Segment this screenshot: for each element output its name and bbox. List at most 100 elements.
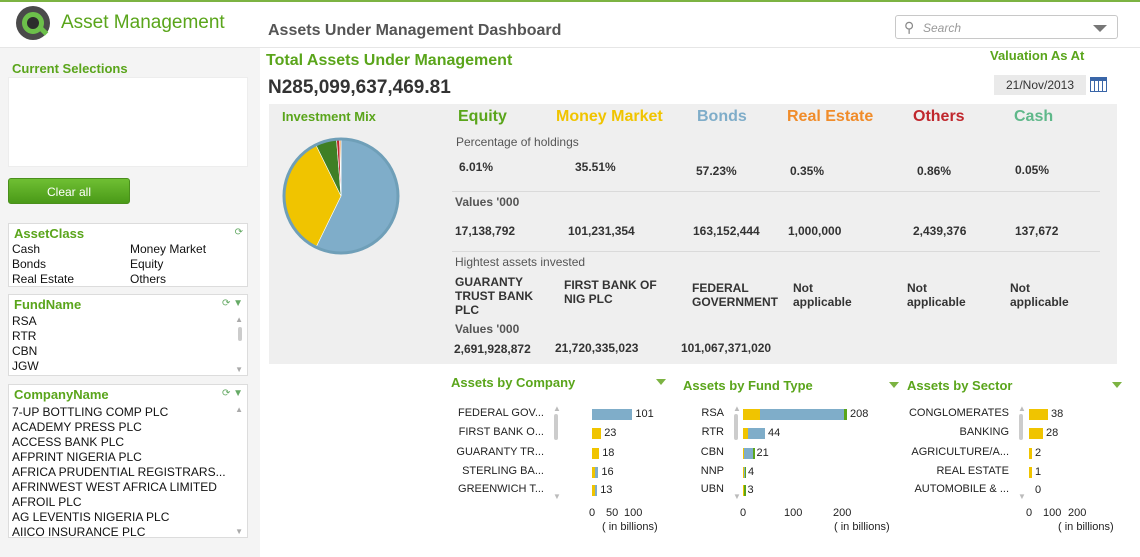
scroll-down-icon[interactable]: ▼ [235,365,243,374]
scroll-up-icon[interactable]: ▲ [553,404,561,413]
listbox-item[interactable]: ACCESS BANK PLC [12,435,124,449]
scroll-up-icon[interactable]: ▲ [235,315,243,324]
valuation-date[interactable]: 21/Nov/2013 [994,75,1086,95]
listbox-item[interactable]: ACADEMY PRESS PLC [12,420,142,434]
highest-value-equity: 2,691,928,872 [454,342,531,356]
search-box[interactable]: ⚲ Search [895,15,1118,39]
assetclass-title: AssetClass [14,226,85,241]
scrollbar-thumb[interactable] [1019,414,1023,440]
calendar-icon[interactable] [1090,77,1107,92]
listbox-item[interactable]: Cash [12,242,40,256]
chevron-down-icon[interactable] [889,382,899,388]
listbox-item[interactable]: CBN [12,344,37,358]
bar[interactable] [1029,428,1043,439]
clear-all-button[interactable]: Clear all [8,178,130,204]
investment-mix-pie[interactable] [278,133,404,259]
search-dropdown-icon[interactable] [1093,25,1107,32]
scroll-down-icon[interactable]: ▼ [553,492,561,501]
scrollbar-thumb[interactable] [238,327,242,341]
bar-segment[interactable] [748,428,765,439]
value-equity: 17,138,792 [455,224,516,238]
chevron-down-icon[interactable] [656,379,666,385]
listbox-item[interactable]: 7-UP BOTTLING COMP PLC [12,405,168,419]
companyname-listbox[interactable]: CompanyName ⟳ ▼ 7-UP BOTTLING COMP PLC A… [8,384,248,539]
qlik-logo-icon [16,6,50,40]
bar-segment[interactable] [743,409,760,420]
listbox-item[interactable]: RSA [12,314,37,328]
listbox-item[interactable]: JGW [12,359,39,373]
fundname-title: FundName [14,297,82,312]
app-title: Asset Management [61,12,225,33]
pct-cash: 0.05% [1015,163,1050,177]
bar-segment[interactable] [592,467,595,478]
highest-values-label: Values '000 [455,322,520,336]
bar-segment[interactable] [744,467,746,478]
axis-unit-label: ( in billions) [602,521,658,533]
axis-tick-label: 0 [740,507,747,519]
listbox-item[interactable]: Real Estate [12,272,74,286]
pct-equity: 6.01% [459,160,494,174]
bar-value-label: 38 [1051,408,1064,420]
bar-segment[interactable] [753,448,755,459]
scrollbar-thumb[interactable] [734,414,738,440]
bar[interactable] [1029,409,1048,420]
category-cash: Cash [1014,108,1054,125]
scroll-up-icon[interactable]: ▲ [1018,404,1026,413]
scroll-down-icon[interactable]: ▼ [1018,492,1026,501]
total-assets-value: N285,099,637,469.81 [268,77,451,98]
category-real-estate: Real Estate [787,108,874,125]
category-money-market: Money Market [556,108,663,125]
listbox-item[interactable]: Others [130,272,166,286]
listbox-item[interactable]: AFROIL PLC [12,495,82,509]
assetclass-listbox[interactable]: AssetClass ⟳ Cash Money Market Bonds Equ… [8,223,248,287]
listbox-item[interactable]: Bonds [12,257,46,271]
bar[interactable] [1029,448,1032,459]
divider [452,191,1100,192]
bar-category-label: FIRST BANK O... [458,426,544,438]
listbox-item[interactable]: AFRICA PRUDENTIAL REGISTRARS... [12,465,226,479]
bar-category-label: CBN [700,446,724,458]
listbox-item[interactable]: AIICO INSURANCE PLC [12,525,145,539]
bar[interactable] [592,448,600,459]
bar[interactable] [1029,467,1032,478]
bar-segment[interactable] [760,409,844,420]
sheet-title: Assets Under Management Dashboard [268,22,562,39]
bar-category-label: GUARANTY TR... [456,446,544,458]
listbox-item[interactable]: Equity [130,257,163,271]
scrollbar-thumb[interactable] [554,414,558,440]
scroll-down-icon[interactable]: ▼ [235,527,243,536]
axis-tick-label: 200 [1068,507,1087,519]
scroll-up-icon[interactable]: ▲ [733,404,741,413]
axis-tick-label: 100 [1043,507,1062,519]
clear-selection-icon[interactable]: ⟳ [235,227,243,238]
listbox-item[interactable]: RTR [12,329,36,343]
bar-value-label: 1 [1035,466,1042,478]
search-placeholder: Search [923,21,962,35]
chevron-down-icon[interactable] [1112,382,1122,388]
bar[interactable] [592,428,602,439]
axis-tick-label: 50 [606,507,619,519]
listbox-item[interactable]: Money Market [130,242,206,256]
highest-equity: GUARANTY TRUST BANK PLC [455,275,533,317]
clear-selection-icon[interactable]: ⟳ ▼ [222,298,243,309]
listbox-item[interactable]: AFPRINT NIGERIA PLC [12,450,142,464]
current-selections-box[interactable] [8,77,248,167]
scroll-down-icon[interactable]: ▼ [733,492,741,501]
category-equity: Equity [458,108,507,125]
listbox-item[interactable]: AFRINWEST WEST AFRICA LIMITED [12,480,217,494]
highest-value-bonds: 101,067,371,020 [681,341,772,355]
bar-segment[interactable] [744,448,753,459]
listbox-item[interactable]: AG LEVENTIS NIGERIA PLC [12,510,169,524]
scroll-up-icon[interactable]: ▲ [235,405,243,414]
axis-unit-label: ( in billions) [834,521,890,533]
bar-category-label: STERLING BA... [462,465,544,477]
values-label: Values '000 [455,195,520,209]
fundname-listbox[interactable]: FundName ⟳ ▼ RSA RTR CBN JGW ▲ ▼ [8,294,248,376]
bar-value-label: 0 [1035,484,1042,496]
bar-segment[interactable] [592,485,595,496]
bar-segment[interactable] [843,409,847,420]
bar-segment[interactable] [744,485,746,496]
clear-selection-icon[interactable]: ⟳ ▼ [222,388,243,399]
pct-bonds: 57.23% [696,164,737,178]
percentage-label: Percentage of holdings [456,135,579,149]
